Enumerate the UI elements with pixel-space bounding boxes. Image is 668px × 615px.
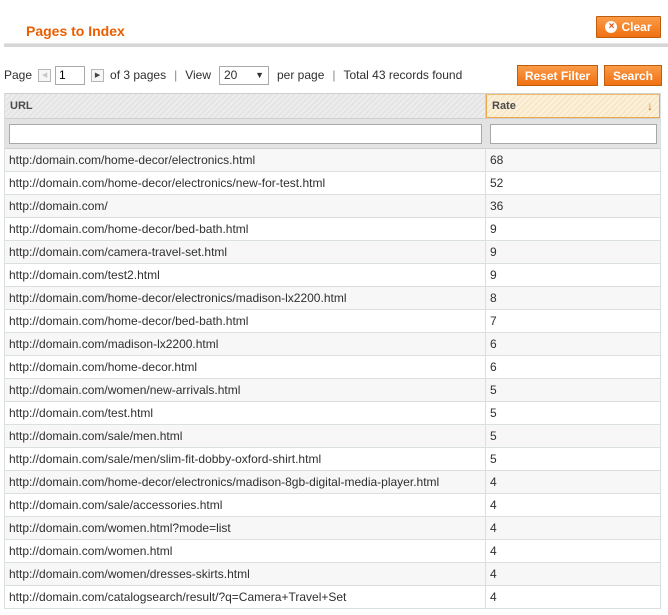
rate-cell: 6 [490,337,497,351]
url-cell: http://domain.com/camera-travel-set.html [5,241,486,263]
table-row[interactable]: http://domain.com/36 [5,195,660,218]
url-cell: http://domain.com/home-decor/electronics… [5,172,486,194]
rate-cell: 6 [490,360,497,374]
url-cell: http://domain.com/sale/men/slim-fit-dobb… [5,448,486,470]
column-header-url[interactable]: URL [5,94,486,118]
rate-cell: 4 [490,475,497,489]
table-row[interactable]: http://domain.com/women.html?mode=list 4 [5,517,660,540]
rate-cell: 52 [490,176,504,190]
url-cell: http://domain.com/home-decor/bed-bath.ht… [5,310,486,332]
column-header-rate[interactable]: Rate ↓ [486,94,660,118]
table-row[interactable]: http://domain.com/home-decor/bed-bath.ht… [5,218,660,241]
rate-cell: 5 [490,383,497,397]
clear-button[interactable]: × Clear [596,16,661,38]
table-row[interactable]: http:/domain.com/home-decor/electronics.… [5,149,660,172]
table-row[interactable]: http://domain.com/test.html 5 [5,402,660,425]
table-row[interactable]: http://domain.com/women.html 4 [5,540,660,563]
arrow-right-icon[interactable]: ▶ [91,68,105,82]
rate-cell: 4 [490,567,497,581]
url-cell: http://domain.com/home-decor/electronics… [5,471,486,493]
rate-cell: 5 [490,429,497,443]
of-pages-text: of 3 pages [110,68,167,82]
url-cell: http://domain.com/madison-lx2200.html [5,333,486,355]
table-row[interactable]: http://domain.com/women/dresses-skirts.h… [5,563,660,586]
rate-filter-input[interactable] [490,123,657,144]
rate-cell: 4 [490,590,497,604]
url-cell: http://domain.com/test.html [5,402,486,424]
table-row[interactable]: http://domain.com/sale/men.html 5 [5,425,660,448]
page-title: Pages to Index [26,23,125,39]
url-cell: http://domain.com/women.html [5,540,486,562]
per-page-value: 20 [224,68,238,82]
rate-cell: 9 [490,222,497,236]
per-page-select[interactable]: 20 ▼ [219,65,269,85]
page-number-input[interactable] [55,65,86,85]
pager-separator: | [332,68,336,82]
rate-cell: 9 [490,245,497,259]
column-header-url-label: URL [10,100,33,112]
table-row[interactable]: http://domain.com/home-decor/electronics… [5,287,660,310]
table-row[interactable]: http://domain.com/home-decor/electronics… [5,471,660,494]
table-row[interactable]: http://domain.com/catalogsearch/result/?… [5,586,660,609]
url-cell: http://domain.com/catalogsearch/result/?… [5,586,486,608]
table-row[interactable]: http://domain.com/madison-lx2200.html 6 [5,333,660,356]
reset-filter-button[interactable]: Reset Filter [517,65,598,86]
url-cell: http:/domain.com/home-decor/electronics.… [5,149,486,171]
url-cell: http://domain.com/ [5,195,486,217]
rate-cell: 7 [490,314,497,328]
pages-grid: URL Rate ↓ http:/domain.com/home-decor/e… [4,93,661,609]
close-circle-icon: × [605,21,618,33]
page-header: Pages to Index × Clear [0,0,668,48]
grid-filter-row [5,119,660,149]
table-row[interactable]: http://domain.com/sale/men/slim-fit-dobb… [5,448,660,471]
page-label: Page [4,68,33,82]
table-row[interactable]: http://domain.com/test2.html 9 [5,264,660,287]
url-cell: http://domain.com/test2.html [5,264,486,286]
per-page-label: per page [277,68,325,82]
url-cell: http://domain.com/sale/accessories.html [5,494,486,516]
chevron-down-icon: ▼ [255,70,264,80]
url-cell: http://domain.com/home-decor/bed-bath.ht… [5,218,486,240]
url-cell: http://domain.com/home-decor.html [5,356,486,378]
header-divider [4,43,668,47]
pager: Page ◀ ▶ of 3 pages | View 20 ▼ per page… [4,65,462,85]
table-row[interactable]: http://domain.com/camera-travel-set.html… [5,241,660,264]
table-row[interactable]: http://domain.com/home-decor/bed-bath.ht… [5,310,660,333]
table-row[interactable]: http://domain.com/home-decor.html 6 [5,356,660,379]
rate-cell: 5 [490,452,497,466]
table-row[interactable]: http://domain.com/home-decor/electronics… [5,172,660,195]
arrow-left-icon[interactable]: ◀ [38,68,52,82]
pager-separator: | [174,68,178,82]
rate-cell: 4 [490,498,497,512]
table-row[interactable]: http://domain.com/sale/accessories.html 4 [5,494,660,517]
rate-cell: 8 [490,291,497,305]
total-records-text: Total 43 records found [343,68,463,82]
filter-cell-rate [486,123,660,144]
rate-cell: 36 [490,199,504,213]
view-label: View [185,68,211,82]
grid-header-row: URL Rate ↓ [5,93,660,119]
url-cell: http://domain.com/women/new-arrivals.htm… [5,379,486,401]
url-cell: http://domain.com/home-decor/electronics… [5,287,486,309]
search-button[interactable]: Search [604,65,662,86]
filter-cell-url [5,123,486,144]
column-header-rate-label: Rate [492,100,516,112]
rate-cell: 4 [490,544,497,558]
sort-desc-arrow-icon: ↓ [647,99,653,113]
table-row[interactable]: http://domain.com/women/new-arrivals.htm… [5,379,660,402]
rate-cell: 68 [490,153,504,167]
clear-button-label: Clear [621,20,652,34]
rate-cell: 4 [490,521,497,535]
grid-body: http:/domain.com/home-decor/electronics.… [5,149,660,609]
rate-cell: 9 [490,268,497,282]
url-filter-input[interactable] [9,123,482,144]
url-cell: http://domain.com/women/dresses-skirts.h… [5,563,486,585]
url-cell: http://domain.com/sale/men.html [5,425,486,447]
rate-cell: 5 [490,406,497,420]
url-cell: http://domain.com/women.html?mode=list [5,517,486,539]
